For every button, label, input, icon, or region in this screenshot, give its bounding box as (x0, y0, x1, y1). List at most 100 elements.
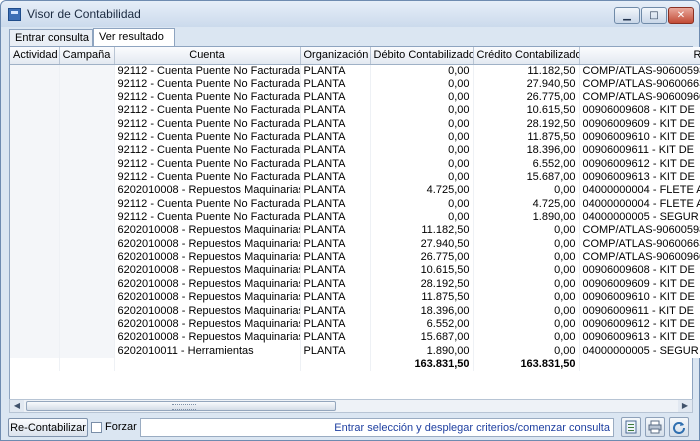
table-cell (10, 197, 60, 211)
table-cell (59, 237, 115, 251)
table-cell: 10.615,50 (370, 264, 474, 278)
table-cell (59, 197, 115, 211)
table-row[interactable]: 92112 - Cuenta Puente No Facturada PLANTA… (10, 210, 700, 225)
table-row[interactable]: 92112 - Cuenta Puente No Facturada PLANTA… (10, 77, 700, 91)
table-cell: PLANTA (300, 144, 371, 158)
table-row[interactable]: 6202010008 - Repuestos Maquinarias PLANTA… (10, 304, 700, 318)
print-button[interactable] (645, 417, 665, 437)
table-cell: 92112 - Cuenta Puente No Facturada (114, 104, 301, 118)
column-header-campana[interactable]: Campaña (59, 47, 115, 65)
table-cell: COMP/ATLAS-90600598 (579, 224, 700, 238)
table-row[interactable]: 6202010008 - Repuestos Maquinarias PLANTA… (10, 237, 700, 251)
table-cell: 0,00 (473, 344, 580, 358)
column-header-debito[interactable]: Débito Contabilizado (370, 47, 474, 65)
table-cell: 1.890,00 (370, 344, 474, 358)
table-row[interactable]: 92112 - Cuenta Puente No Facturada PLANTA… (10, 197, 700, 211)
maximize-button[interactable]: □ (641, 7, 667, 24)
table-row[interactable]: 92112 - Cuenta Puente No Facturada PLANTA… (10, 130, 700, 145)
table-cell: 92112 - Cuenta Puente No Facturada (114, 157, 301, 171)
scroll-left-icon[interactable]: ◀ (10, 400, 24, 412)
table-cell: 00906009612 - KIT DE (579, 317, 700, 332)
tab-ver-resultado[interactable]: Ver resultado (93, 28, 175, 46)
column-header-cuenta[interactable]: Cuenta (114, 47, 301, 65)
table-cell: 00906009611 - KIT DE (579, 144, 700, 158)
table-cell: 00906009613 - KIT DE (579, 170, 700, 185)
table-cell: 92112 - Cuenta Puente No Facturada (114, 90, 301, 105)
column-header-referencia[interactable]: R (579, 47, 700, 65)
table-cell (10, 144, 60, 158)
table-cell: 0,00 (473, 331, 580, 345)
table-row[interactable]: 6202010008 - Repuestos Maquinarias PLANTA… (10, 331, 700, 345)
forzar-checkbox[interactable] (91, 422, 102, 433)
horizontal-scrollbar[interactable]: ◀ ▶ (9, 399, 693, 413)
table-cell: PLANTA (300, 237, 371, 251)
table-cell: 04000000004 - FLETE A (579, 197, 700, 211)
table-cell: 0,00 (370, 197, 474, 211)
table-row[interactable]: 6202010008 - Repuestos Maquinarias PLANTA… (10, 250, 700, 265)
table-cell: 0,00 (370, 157, 474, 171)
results-panel: Actividad Campaña Cuenta Organización Dé… (9, 46, 700, 413)
close-button[interactable]: ✕ (668, 7, 694, 24)
minimize-button[interactable]: ▁ (614, 7, 640, 24)
table-cell: 11.182,50 (473, 64, 580, 78)
table-cell: 6202010008 - Repuestos Maquinarias (114, 224, 301, 238)
table-cell: 0,00 (370, 144, 474, 158)
table-row[interactable]: 6202010008 - Repuestos Maquinarias PLANTA… (10, 224, 700, 238)
export-button[interactable] (621, 417, 641, 437)
table-cell: 26.775,00 (473, 90, 580, 105)
table-cell: 10.615,50 (473, 104, 580, 118)
scroll-right-icon[interactable]: ▶ (678, 400, 692, 412)
table-cell: 00906009613 - KIT DE (579, 331, 700, 345)
table-row[interactable]: 6202010008 - Repuestos Maquinarias PLANTA… (10, 264, 700, 278)
table-cell: 26.775,00 (370, 250, 474, 265)
table-cell: 6202010008 - Repuestos Maquinarias (114, 237, 301, 251)
table-row[interactable]: 92112 - Cuenta Puente No Facturada PLANTA… (10, 104, 700, 118)
table-cell (10, 317, 60, 332)
tab-entrar-consulta[interactable]: Entrar consulta (9, 29, 93, 46)
table-cell: 0,00 (473, 291, 580, 305)
table-cell (59, 104, 115, 118)
re-contabilizar-button[interactable]: Re-Contabilizar (8, 418, 88, 437)
column-header-credito[interactable]: Crédito Contabilizado (473, 47, 580, 65)
table-cell (59, 304, 115, 318)
table-cell: 6202010008 - Repuestos Maquinarias (114, 184, 301, 198)
table-cell: COMP/ATLAS-90600663 (579, 237, 700, 251)
table-cell: PLANTA (300, 157, 371, 171)
table-cell: 6202010008 - Repuestos Maquinarias (114, 304, 301, 318)
table-row[interactable]: 6202010008 - Repuestos Maquinarias PLANTA… (10, 184, 700, 198)
table-row[interactable]: 92112 - Cuenta Puente No Facturada PLANTA… (10, 157, 700, 171)
table-cell (59, 250, 115, 265)
maximize-icon: □ (649, 10, 659, 21)
table-row[interactable]: 6202010008 - Repuestos Maquinarias PLANTA… (10, 277, 700, 291)
table-cell: PLANTA (300, 130, 371, 145)
table-cell (59, 264, 115, 278)
table-cell: 28.192,50 (370, 277, 474, 291)
table-cell: PLANTA (300, 291, 371, 305)
table-cell (10, 157, 60, 171)
table-cell (59, 344, 115, 358)
title-bar: Visor de Contabilidad ▁ □ ✕ (1, 1, 699, 27)
column-header-actividad[interactable]: Actividad (10, 47, 60, 65)
table-row[interactable]: 6202010011 - Herramientas PLANTA 1.890,00 0… (10, 344, 700, 358)
table-cell (10, 184, 60, 198)
table-row[interactable]: 92112 - Cuenta Puente No Facturada PLANTA… (10, 90, 700, 105)
table-cell: PLANTA (300, 224, 371, 238)
table-row[interactable]: 92112 - Cuenta Puente No Facturada PLANTA… (10, 64, 700, 78)
table-row[interactable]: 92112 - Cuenta Puente No Facturada PLANTA… (10, 117, 700, 131)
table-cell: 6202010011 - Herramientas (114, 344, 301, 358)
table-cell: 18.396,00 (370, 304, 474, 318)
table-row[interactable]: 6202010008 - Repuestos Maquinarias PLANTA… (10, 317, 700, 332)
status-message: Entrar selección y desplegar criterios/c… (140, 418, 614, 437)
scrollbar-thumb[interactable] (26, 401, 336, 411)
table-cell: PLANTA (300, 117, 371, 131)
table-cell (10, 117, 60, 131)
table-row[interactable]: 92112 - Cuenta Puente No Facturada PLANTA… (10, 144, 700, 158)
table-row[interactable]: 92112 - Cuenta Puente No Facturada PLANTA… (10, 170, 700, 185)
refresh-button[interactable] (669, 417, 689, 437)
table-cell: 1.890,00 (473, 210, 580, 225)
table-cell: 00906009610 - KIT DE (579, 291, 700, 305)
table-cell: PLANTA (300, 64, 371, 78)
table-cell (10, 357, 60, 372)
table-row[interactable]: 6202010008 - Repuestos Maquinarias PLANTA… (10, 291, 700, 305)
column-header-organizacion[interactable]: Organización (300, 47, 371, 65)
